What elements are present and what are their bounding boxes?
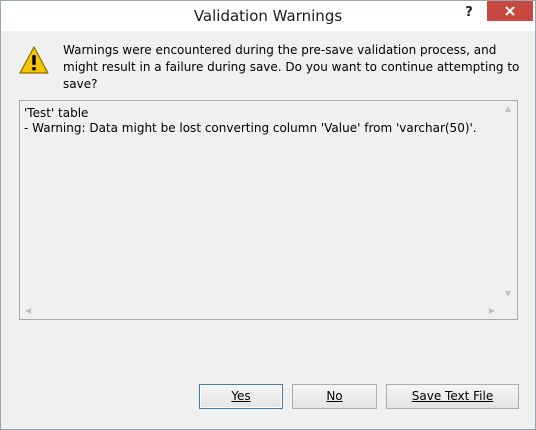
help-button[interactable]: ? <box>457 3 481 25</box>
scroll-right-icon[interactable]: ▶ <box>489 307 495 315</box>
close-button[interactable] <box>487 1 533 21</box>
save-text-file-button-label: Save Text File <box>411 389 494 403</box>
window-title: Validation Warnings <box>193 7 343 25</box>
warning-message: Warnings were encountered during the pre… <box>63 43 520 91</box>
details-line-2: - Warning: Data might be lost converting… <box>24 121 477 135</box>
close-icon <box>505 6 515 16</box>
warning-icon <box>19 46 49 74</box>
validation-warnings-dialog: Validation Warnings ? Warnings were enco… <box>0 0 536 430</box>
scroll-left-icon[interactable]: ◀ <box>25 307 31 315</box>
scrollbar-corner <box>500 302 517 319</box>
details-text: 'Test' table - Warning: Data might be lo… <box>24 106 497 136</box>
title-bar[interactable]: Validation Warnings ? <box>1 1 535 31</box>
no-button[interactable]: No <box>292 384 377 409</box>
scroll-up-icon[interactable]: ▲ <box>505 105 511 113</box>
yes-button[interactable]: Yes <box>199 384 283 409</box>
vertical-scrollbar[interactable]: ▲ ▼ <box>500 101 517 302</box>
no-button-label: No <box>326 389 343 403</box>
details-line-1: 'Test' table <box>24 106 89 120</box>
details-textarea[interactable]: 'Test' table - Warning: Data might be lo… <box>19 100 518 320</box>
scroll-down-icon[interactable]: ▼ <box>505 290 511 298</box>
horizontal-scrollbar[interactable]: ◀ ▶ <box>20 302 500 319</box>
yes-button-label: Yes <box>231 389 251 403</box>
save-text-file-button[interactable]: Save Text File <box>386 384 519 409</box>
